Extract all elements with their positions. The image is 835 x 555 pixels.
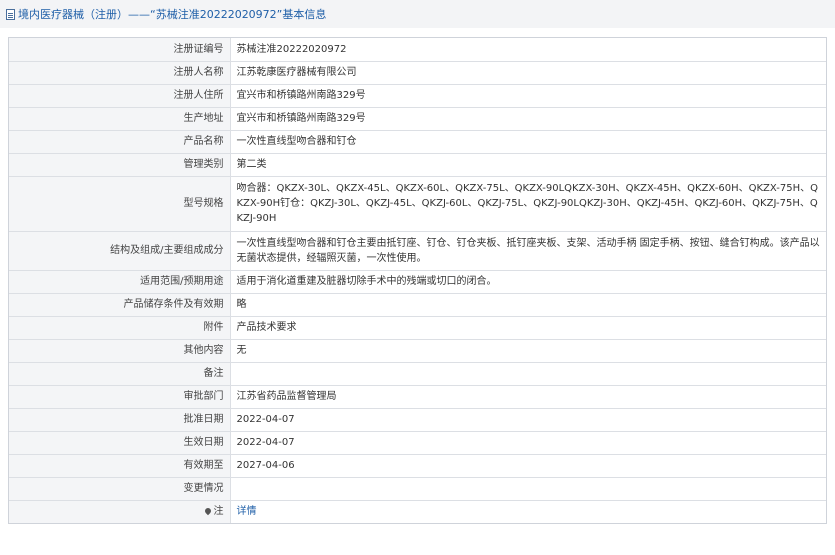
table-row: 生产地址 宜兴市和桥镇路州南路329号 [9,106,826,131]
page-header: 境内医疗器械（注册）——“苏械注准20222020972”基本信息 [0,0,835,28]
field-value: 宜兴市和桥镇路州南路329号 [229,83,826,108]
table-row: 产品储存条件及有效期略 [9,292,826,317]
document-icon [6,8,15,20]
field-value: 2027-04-06 [229,453,826,478]
field-label: 变更情况 [9,476,231,501]
field-label: 结构及组成/主要组成成分 [9,230,231,271]
field-value [229,361,826,386]
table-row: 注册人住所 宜兴市和桥镇路州南路329号 [9,83,826,108]
field-label: 有效期至 [9,453,231,478]
page-title: 境内医疗器械（注册）——“苏械注准20222020972”基本信息 [18,8,327,21]
field-label: 生产地址 [9,106,231,131]
field-label: 注册人住所 [9,83,231,108]
table-row: 批准日期 2022-04-07 [9,407,826,432]
details-link[interactable]: 详情 [237,506,257,517]
field-label: 适用范围/预期用途 [9,269,231,294]
location-marker-icon [203,507,212,516]
field-value: 2022-04-07 [229,430,826,455]
field-value [229,476,826,501]
field-value: 江苏乾康医疗器械有限公司 [229,60,826,85]
field-label: 生效日期 [9,430,231,455]
field-value: 详情 [229,499,826,523]
field-label: 产品储存条件及有效期 [9,292,231,317]
info-table-container: 注册证编号 苏械注准20222020972 注册人名称 江苏乾康医疗器械有限公司 注… [8,37,827,524]
table-row: 适用范围/预期用途 适用于消化道重建及脏器切除手术中的残端或切口的闭合。 [9,269,826,294]
table-row: 注册人名称 江苏乾康医疗器械有限公司 [9,60,826,85]
field-label: 注 [9,499,231,523]
table-row: 备注 [9,361,826,386]
field-value: 第二类 [229,152,826,177]
field-label: 注册人名称 [9,60,231,85]
field-value: 一次性直线型吻合器和钉仓主要由抵钉座、钉仓、钉仓夹板、抵钉座夹板、支架、活动手柄… [229,230,826,271]
field-value: 宜兴市和桥镇路州南路329号 [229,106,826,131]
table-row: 结构及组成/主要组成成分 一次性直线型吻合器和钉仓主要由抵钉座、钉仓、钉仓夹板、抵… [9,230,826,271]
field-label: 注册证编号 [9,38,231,62]
field-value: 2022-04-07 [229,407,826,432]
field-value: 江苏省药品监督管理局 [229,384,826,409]
field-value: 略 [229,292,826,317]
table-row: 注 详情 [9,499,826,523]
table-row: 产品名称 一次性直线型吻合器和钉仓 [9,129,826,154]
field-label: 管理类别 [9,152,231,177]
field-label: 备注 [9,361,231,386]
table-row: 注册证编号 苏械注准20222020972 [9,38,826,62]
field-value: 产品技术要求 [229,315,826,340]
table-row: 附件 产品技术要求 [9,315,826,340]
field-label: 审批部门 [9,384,231,409]
field-value: 适用于消化道重建及脏器切除手术中的残端或切口的闭合。 [229,269,826,294]
field-value: 吻合器：QKZX-30L、QKZX-45L、QKZX-60L、QKZX-75L、… [229,175,826,232]
field-label: 附件 [9,315,231,340]
field-label: 批准日期 [9,407,231,432]
field-label: 产品名称 [9,129,231,154]
field-value: 一次性直线型吻合器和钉仓 [229,129,826,154]
table-row: 管理类别 第二类 [9,152,826,177]
field-value: 苏械注准20222020972 [229,38,826,62]
table-row: 型号规格 吻合器：QKZX-30L、QKZX-45L、QKZX-60L、QKZX-… [9,175,826,232]
info-table: 注册证编号 苏械注准20222020972 注册人名称 江苏乾康医疗器械有限公司 注… [9,38,826,523]
table-row: 有效期至 2027-04-06 [9,453,826,478]
table-row: 其他内容无 [9,338,826,363]
table-row: 变更情况 [9,476,826,501]
table-row: 审批部门 江苏省药品监督管理局 [9,384,826,409]
field-label: 型号规格 [9,175,231,232]
table-row: 生效日期 2022-04-07 [9,430,826,455]
note-label: 注 [213,506,224,518]
field-label: 其他内容 [9,338,231,363]
field-value: 无 [229,338,826,363]
